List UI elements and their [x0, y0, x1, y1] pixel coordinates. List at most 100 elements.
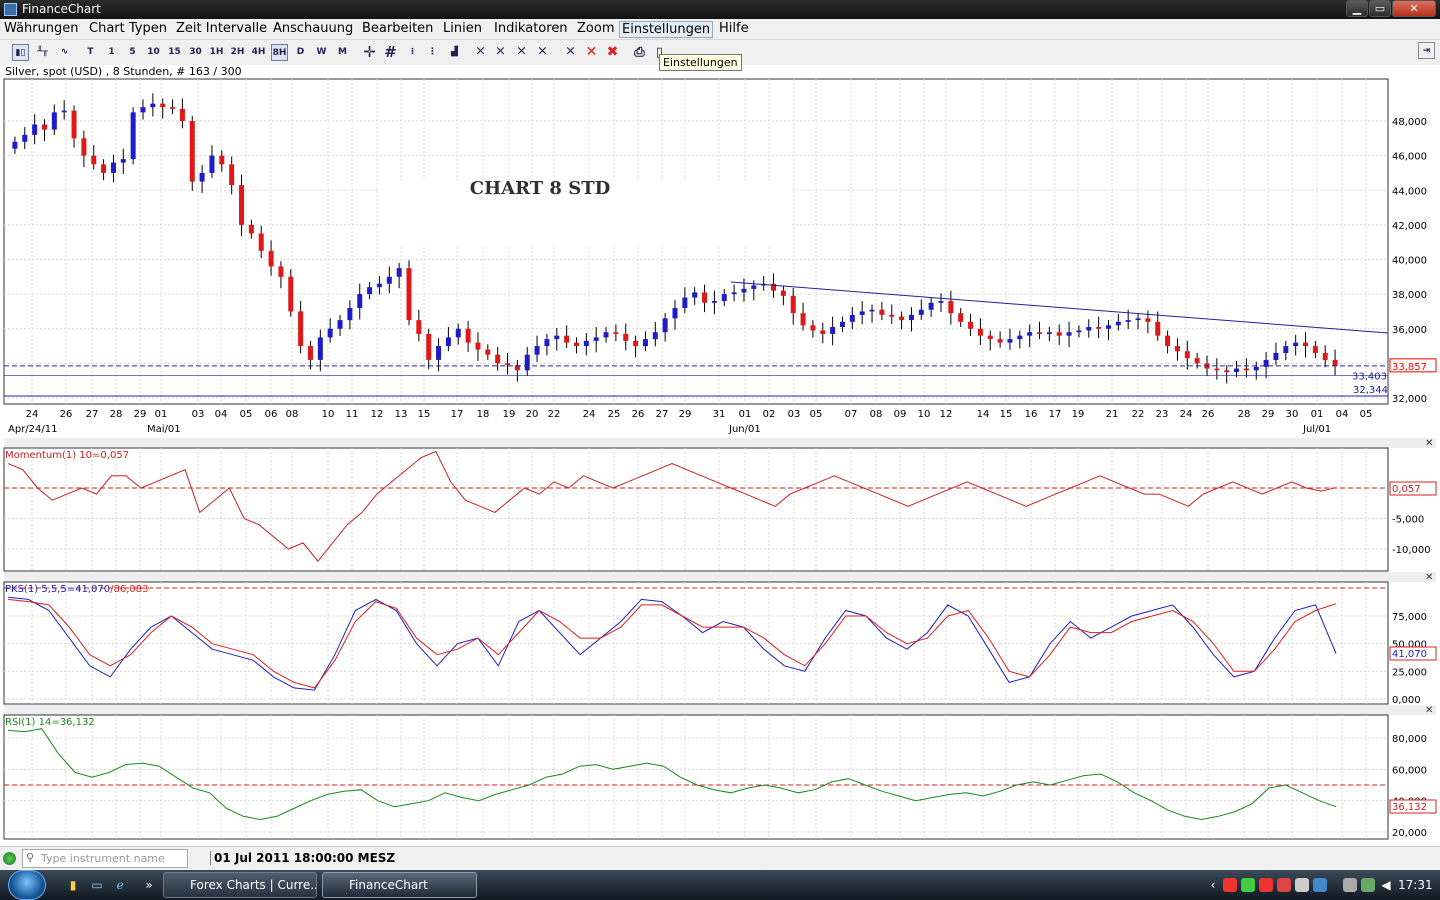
menu-einstellungen[interactable]: Einstellungen — [619, 21, 714, 38]
tray-icon-3[interactable] — [1259, 878, 1273, 892]
instrument-search-input[interactable]: Type instrument name — [22, 849, 188, 868]
menu-zoom[interactable]: Zoom — [575, 21, 616, 36]
tray-icon-7[interactable] — [1343, 878, 1357, 892]
close-rsi-icon[interactable]: ✕ — [1425, 705, 1433, 716]
tray-expand-icon[interactable]: ‹ — [1206, 878, 1220, 892]
candle-body — [751, 285, 757, 289]
period-button-1h[interactable]: 1H — [208, 44, 225, 61]
candle-body — [780, 290, 786, 296]
annotation-icon[interactable]: ⁝ — [404, 44, 421, 61]
maximize-button[interactable]: ▭ — [1369, 0, 1391, 17]
candle-body — [91, 155, 97, 165]
rsi-label: RSI(1) 14=36,132 — [5, 717, 95, 728]
menu-anschauung[interactable]: Anschauung — [271, 21, 355, 36]
tray-icon-4[interactable] — [1277, 878, 1291, 892]
line-tool-4-icon[interactable]: ⨉ — [534, 44, 551, 61]
period-button-10[interactable]: 10 — [145, 44, 162, 61]
x-day-label: 04 — [1336, 409, 1349, 420]
candle-body — [1135, 318, 1141, 321]
period-button-30[interactable]: 30 — [187, 44, 204, 61]
desktop-icon[interactable]: ▭ — [90, 878, 104, 892]
close-button[interactable]: ✕ — [1392, 0, 1436, 17]
period-button-t[interactable]: T — [82, 44, 99, 61]
more-icon[interactable]: » — [142, 878, 156, 892]
splitter-1[interactable] — [4, 438, 1436, 448]
menu-chart-typen[interactable]: Chart Typen — [87, 21, 169, 36]
period-button-w[interactable]: W — [313, 44, 330, 61]
volume-icon[interactable]: ◀ — [1379, 878, 1393, 892]
delete-line-icon[interactable]: ⨉ — [562, 44, 579, 61]
tray-icon-2[interactable] — [1241, 878, 1255, 892]
price-tick-label: 40,000 — [1392, 256, 1427, 267]
close-momentum-icon[interactable]: ✕ — [1425, 438, 1433, 449]
candle-body — [239, 185, 245, 225]
candle-body — [869, 309, 875, 312]
candle-body — [711, 301, 717, 303]
menu-bearbeiten[interactable]: Bearbeiten — [360, 21, 435, 36]
taskbar-item-financechart[interactable]: FinanceChart — [322, 872, 477, 898]
menu-linien[interactable]: Linien — [441, 21, 484, 36]
menu-zeit-intervalle[interactable]: Zeit Intervalle — [174, 21, 269, 36]
candle-body — [1165, 335, 1171, 347]
panel-toggle-icon[interactable]: ⇥ — [1418, 42, 1435, 59]
ie-icon[interactable]: ℯ — [113, 878, 127, 892]
candle-body — [41, 124, 47, 130]
panel-tick-label: -5,000 — [1392, 515, 1424, 526]
x-day-label: 17 — [451, 409, 464, 420]
folder-icon[interactable]: ▮ — [66, 878, 80, 892]
x-day-label: 03 — [788, 409, 801, 420]
crosshair-icon[interactable]: ✛ — [361, 44, 378, 61]
taskbar-item-browser[interactable]: Forex Charts | Curre... — [163, 872, 317, 898]
candle-body — [219, 155, 225, 165]
bar-chart-icon[interactable]: ╨╥ — [34, 44, 51, 61]
chart-canvas[interactable]: 48,000 46,000 44,000 42,000 40,000 38,000 36,0… — [0, 78, 1440, 846]
x-day-label: 28 — [1238, 409, 1251, 420]
candle-body — [140, 107, 146, 113]
price-tick-label: 36,000 — [1392, 325, 1427, 336]
rsi-value: 36,132 — [1392, 802, 1427, 813]
candle-body — [416, 320, 422, 334]
period-button-15[interactable]: 15 — [166, 44, 183, 61]
grid-icon[interactable]: # — [382, 44, 399, 61]
splitter-2[interactable] — [4, 572, 1436, 582]
x-day-label: 08 — [286, 409, 299, 420]
period-button-d[interactable]: D — [292, 44, 309, 61]
close-pks-icon[interactable]: ✕ — [1425, 572, 1433, 583]
tray-icon-6[interactable] — [1313, 878, 1327, 892]
period-button-4h[interactable]: 4H — [250, 44, 267, 61]
period-button-5[interactable]: 5 — [124, 44, 141, 61]
line-tool-2-icon[interactable]: ⨉ — [492, 44, 509, 61]
line-tool-3-icon[interactable]: ⨉ — [513, 44, 530, 61]
candlestick-chart-icon[interactable]: ▮▯ — [12, 44, 29, 61]
histogram-icon[interactable]: ▟ — [446, 44, 463, 61]
period-button-8h[interactable]: 8H — [271, 44, 288, 61]
x-axis: 24 26 27 28 29 01 03 04 05 06 08 10 11 12 13 15 17 18 19 20… — [8, 409, 1372, 435]
splitter-3[interactable] — [4, 705, 1436, 715]
menu-hilfe[interactable]: Hilfe — [717, 21, 751, 36]
price-tick-label: 44,000 — [1392, 186, 1427, 197]
menu-indikatoren[interactable]: Indikatoren — [492, 21, 570, 36]
line-chart-icon[interactable]: ∿ — [56, 44, 73, 61]
period-button-1[interactable]: 1 — [103, 44, 120, 61]
chart-annotation: CHART 8 STD — [470, 178, 610, 199]
menu-waehrungen[interactable]: Währungen — [2, 21, 81, 36]
delete-icon[interactable]: ✕ — [583, 44, 600, 61]
period-button-m[interactable]: M — [334, 44, 351, 61]
x-day-label: 29 — [134, 409, 147, 420]
delete-all-icon[interactable]: ✖ — [604, 44, 621, 61]
x-month-label: Jun/01 — [728, 424, 761, 435]
candle-body — [958, 313, 964, 322]
minimize-button[interactable]: ▁ — [1346, 0, 1368, 17]
candle-body — [692, 292, 698, 298]
candle-body — [288, 276, 294, 312]
x-day-label: 28 — [110, 409, 123, 420]
line-tool-1-icon[interactable]: ⨉ — [472, 44, 489, 61]
print-icon[interactable]: ⎙ — [631, 44, 648, 61]
tray-icon-5[interactable] — [1295, 878, 1309, 892]
x-day-label: 24 — [26, 409, 39, 420]
fibonacci-icon[interactable]: ⋮ — [424, 44, 441, 61]
network-icon[interactable] — [1361, 878, 1375, 892]
tray-icon-1[interactable] — [1223, 878, 1237, 892]
start-button[interactable] — [8, 870, 46, 900]
period-button-2h[interactable]: 2H — [229, 44, 246, 61]
